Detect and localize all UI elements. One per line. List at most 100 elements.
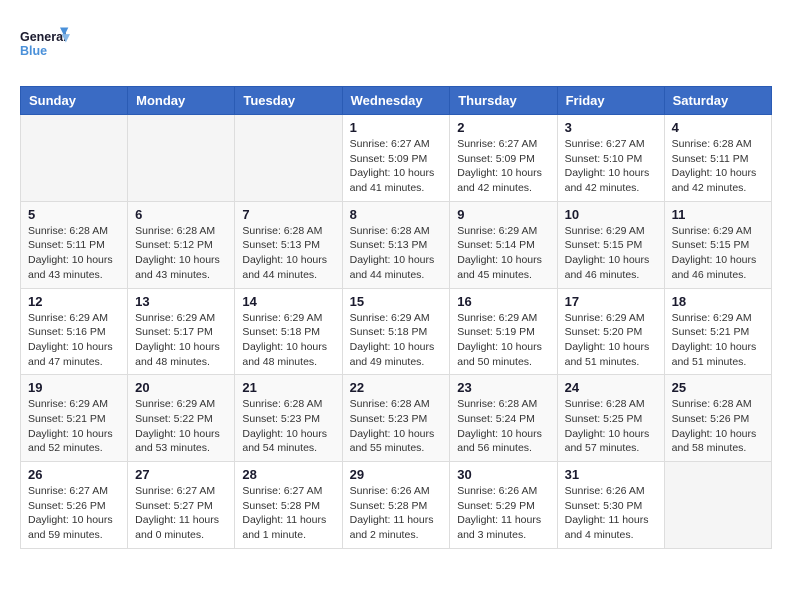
day-info: Sunrise: 6:27 AM Sunset: 5:09 PM Dayligh… bbox=[457, 137, 549, 196]
calendar-week-4: 19 Sunrise: 6:29 AM Sunset: 5:21 PM Dayli… bbox=[21, 375, 772, 462]
calendar-cell: 23 Sunrise: 6:28 AM Sunset: 5:24 PM Dayli… bbox=[450, 375, 557, 462]
calendar-week-5: 26 Sunrise: 6:27 AM Sunset: 5:26 PM Dayli… bbox=[21, 462, 772, 549]
day-number: 9 bbox=[457, 207, 549, 222]
day-number: 31 bbox=[565, 467, 657, 482]
day-info: Sunrise: 6:28 AM Sunset: 5:23 PM Dayligh… bbox=[350, 397, 443, 456]
day-info: Sunrise: 6:27 AM Sunset: 5:28 PM Dayligh… bbox=[242, 484, 334, 543]
calendar-cell: 16Sunrise: 6:29 AM Sunset: 5:19 PM Dayli… bbox=[450, 288, 557, 375]
calendar-cell: 6 Sunrise: 6:28 AM Sunset: 5:12 PM Daylig… bbox=[128, 201, 235, 288]
weekday-header-friday: Friday bbox=[557, 87, 664, 115]
day-info: Sunrise: 6:26 AM Sunset: 5:29 PM Dayligh… bbox=[457, 484, 549, 543]
day-number: 23 bbox=[457, 380, 549, 395]
calendar-cell: 31 Sunrise: 6:26 AM Sunset: 5:30 PM Dayli… bbox=[557, 462, 664, 549]
day-info: Sunrise: 6:29 AM Sunset: 5:16 PM Dayligh… bbox=[28, 311, 120, 370]
calendar-cell: 27 Sunrise: 6:27 AM Sunset: 5:27 PM Dayli… bbox=[128, 462, 235, 549]
day-info: Sunrise: 6:28 AM Sunset: 5:12 PM Dayligh… bbox=[135, 224, 227, 283]
day-info: Sunrise: 6:29 AM Sunset: 5:20 PM Dayligh… bbox=[565, 311, 657, 370]
day-info: Sunrise: 6:26 AM Sunset: 5:28 PM Dayligh… bbox=[350, 484, 443, 543]
day-info: Sunrise: 6:29 AM Sunset: 5:22 PM Dayligh… bbox=[135, 397, 227, 456]
day-number: 7 bbox=[242, 207, 334, 222]
calendar-cell: 15 Sunrise: 6:29 AM Sunset: 5:18 PM Dayli… bbox=[342, 288, 450, 375]
calendar-cell: 19 Sunrise: 6:29 AM Sunset: 5:21 PM Dayli… bbox=[21, 375, 128, 462]
day-number: 2 bbox=[457, 120, 549, 135]
calendar-cell: 13 Sunrise: 6:29 AM Sunset: 5:17 PM Dayli… bbox=[128, 288, 235, 375]
calendar-cell: 4 Sunrise: 6:28 AM Sunset: 5:11 PM Daylig… bbox=[664, 115, 771, 202]
weekday-header-row: SundayMondayTuesdayWednesdayThursdayFrid… bbox=[21, 87, 772, 115]
weekday-header-monday: Monday bbox=[128, 87, 235, 115]
day-info: Sunrise: 6:28 AM Sunset: 5:13 PM Dayligh… bbox=[350, 224, 443, 283]
day-number: 17 bbox=[565, 294, 657, 309]
day-number: 10 bbox=[565, 207, 657, 222]
day-number: 30 bbox=[457, 467, 549, 482]
calendar-cell: 2 Sunrise: 6:27 AM Sunset: 5:09 PM Daylig… bbox=[450, 115, 557, 202]
calendar-cell: 12Sunrise: 6:29 AM Sunset: 5:16 PM Dayli… bbox=[21, 288, 128, 375]
calendar-cell: 17 Sunrise: 6:29 AM Sunset: 5:20 PM Dayli… bbox=[557, 288, 664, 375]
weekday-header-wednesday: Wednesday bbox=[342, 87, 450, 115]
day-info: Sunrise: 6:28 AM Sunset: 5:26 PM Dayligh… bbox=[672, 397, 764, 456]
day-info: Sunrise: 6:29 AM Sunset: 5:21 PM Dayligh… bbox=[28, 397, 120, 456]
day-number: 8 bbox=[350, 207, 443, 222]
calendar-cell: 1 Sunrise: 6:27 AM Sunset: 5:09 PM Daylig… bbox=[342, 115, 450, 202]
day-number: 14 bbox=[242, 294, 334, 309]
day-number: 26 bbox=[28, 467, 120, 482]
day-number: 16 bbox=[457, 294, 549, 309]
svg-text:Blue: Blue bbox=[20, 44, 47, 58]
day-number: 18 bbox=[672, 294, 764, 309]
day-number: 1 bbox=[350, 120, 443, 135]
calendar-cell bbox=[664, 462, 771, 549]
calendar-cell: 28 Sunrise: 6:27 AM Sunset: 5:28 PM Dayli… bbox=[235, 462, 342, 549]
day-number: 25 bbox=[672, 380, 764, 395]
calendar-cell bbox=[21, 115, 128, 202]
day-number: 11 bbox=[672, 207, 764, 222]
day-info: Sunrise: 6:29 AM Sunset: 5:17 PM Dayligh… bbox=[135, 311, 227, 370]
day-info: Sunrise: 6:29 AM Sunset: 5:18 PM Dayligh… bbox=[350, 311, 443, 370]
day-info: Sunrise: 6:28 AM Sunset: 5:24 PM Dayligh… bbox=[457, 397, 549, 456]
calendar-cell: 22 Sunrise: 6:28 AM Sunset: 5:23 PM Dayli… bbox=[342, 375, 450, 462]
weekday-header-saturday: Saturday bbox=[664, 87, 771, 115]
day-number: 28 bbox=[242, 467, 334, 482]
calendar-week-3: 12Sunrise: 6:29 AM Sunset: 5:16 PM Dayli… bbox=[21, 288, 772, 375]
calendar-cell: 9 Sunrise: 6:29 AM Sunset: 5:14 PM Daylig… bbox=[450, 201, 557, 288]
day-number: 13 bbox=[135, 294, 227, 309]
day-info: Sunrise: 6:27 AM Sunset: 5:10 PM Dayligh… bbox=[565, 137, 657, 196]
calendar-cell: 7 Sunrise: 6:28 AM Sunset: 5:13 PM Daylig… bbox=[235, 201, 342, 288]
weekday-header-thursday: Thursday bbox=[450, 87, 557, 115]
logo: General Blue bbox=[20, 20, 70, 70]
day-info: Sunrise: 6:29 AM Sunset: 5:14 PM Dayligh… bbox=[457, 224, 549, 283]
day-number: 20 bbox=[135, 380, 227, 395]
calendar-cell: 5 Sunrise: 6:28 AM Sunset: 5:11 PM Daylig… bbox=[21, 201, 128, 288]
calendar-week-1: 1 Sunrise: 6:27 AM Sunset: 5:09 PM Daylig… bbox=[21, 115, 772, 202]
weekday-header-tuesday: Tuesday bbox=[235, 87, 342, 115]
day-info: Sunrise: 6:26 AM Sunset: 5:30 PM Dayligh… bbox=[565, 484, 657, 543]
day-info: Sunrise: 6:27 AM Sunset: 5:27 PM Dayligh… bbox=[135, 484, 227, 543]
day-info: Sunrise: 6:27 AM Sunset: 5:09 PM Dayligh… bbox=[350, 137, 443, 196]
day-info: Sunrise: 6:28 AM Sunset: 5:11 PM Dayligh… bbox=[28, 224, 120, 283]
calendar-cell bbox=[235, 115, 342, 202]
calendar-cell: 25 Sunrise: 6:28 AM Sunset: 5:26 PM Dayli… bbox=[664, 375, 771, 462]
day-info: Sunrise: 6:28 AM Sunset: 5:25 PM Dayligh… bbox=[565, 397, 657, 456]
calendar-cell: 30 Sunrise: 6:26 AM Sunset: 5:29 PM Dayli… bbox=[450, 462, 557, 549]
day-number: 15 bbox=[350, 294, 443, 309]
day-number: 5 bbox=[28, 207, 120, 222]
day-number: 24 bbox=[565, 380, 657, 395]
svg-text:General: General bbox=[20, 30, 67, 44]
day-info: Sunrise: 6:28 AM Sunset: 5:13 PM Dayligh… bbox=[242, 224, 334, 283]
calendar-cell: 21Sunrise: 6:28 AM Sunset: 5:23 PM Dayli… bbox=[235, 375, 342, 462]
calendar-cell: 14 Sunrise: 6:29 AM Sunset: 5:18 PM Dayli… bbox=[235, 288, 342, 375]
day-number: 22 bbox=[350, 380, 443, 395]
day-number: 6 bbox=[135, 207, 227, 222]
day-number: 19 bbox=[28, 380, 120, 395]
day-info: Sunrise: 6:29 AM Sunset: 5:18 PM Dayligh… bbox=[242, 311, 334, 370]
day-info: Sunrise: 6:28 AM Sunset: 5:11 PM Dayligh… bbox=[672, 137, 764, 196]
day-info: Sunrise: 6:29 AM Sunset: 5:15 PM Dayligh… bbox=[672, 224, 764, 283]
calendar-table: SundayMondayTuesdayWednesdayThursdayFrid… bbox=[20, 86, 772, 549]
day-number: 27 bbox=[135, 467, 227, 482]
calendar-cell: 26 Sunrise: 6:27 AM Sunset: 5:26 PM Dayli… bbox=[21, 462, 128, 549]
logo-icon: General Blue bbox=[20, 20, 70, 70]
day-number: 4 bbox=[672, 120, 764, 135]
page-header: General Blue bbox=[20, 20, 772, 70]
day-info: Sunrise: 6:27 AM Sunset: 5:26 PM Dayligh… bbox=[28, 484, 120, 543]
weekday-header-sunday: Sunday bbox=[21, 87, 128, 115]
calendar-cell: 11 Sunrise: 6:29 AM Sunset: 5:15 PM Dayli… bbox=[664, 201, 771, 288]
calendar-cell bbox=[128, 115, 235, 202]
